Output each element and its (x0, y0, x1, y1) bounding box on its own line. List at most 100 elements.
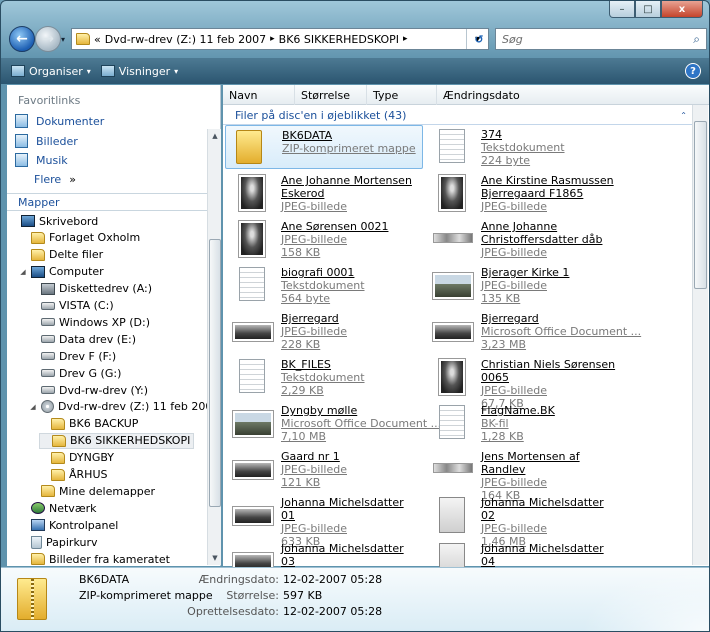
tree-item[interactable]: Windows XP (D:) (29, 314, 150, 330)
file-tile[interactable]: Bjerager Kirke 1 JPEG-billede 135 KB (425, 263, 623, 307)
file-size: 228 KB (281, 338, 321, 351)
file-name[interactable]: Ane Kirstine Rasmussen Bjerregaard F1865 (481, 174, 621, 200)
forward-button[interactable]: → (35, 26, 61, 52)
file-name[interactable]: Bjerregard (281, 312, 421, 325)
file-name[interactable]: Ane Sørensen 0021 (281, 220, 421, 233)
help-button[interactable]: ? (685, 63, 701, 79)
favorite-link-music[interactable]: Musik (15, 153, 68, 167)
file-tile[interactable]: 374 Tekstdokument 224 byte (425, 125, 623, 169)
search-input[interactable]: Søg ⌕ (495, 28, 707, 50)
tree-item[interactable]: Delte filer (19, 247, 103, 263)
scrollbar-thumb[interactable] (209, 239, 221, 507)
breadcrumb-current-folder[interactable]: BK6 SIKKERHEDSKOPI (279, 33, 399, 46)
file-name[interactable]: Christian Niels Sørensen 0065 (481, 358, 621, 384)
folder-tree-scrollbar[interactable]: ▲ ▼ (207, 129, 221, 565)
tree-item[interactable]: ◢ Computer (19, 264, 103, 280)
tree-item[interactable]: VISTA (C:) (29, 298, 114, 314)
file-name[interactable]: Johanna Michelsdatter 01 (281, 496, 421, 522)
file-tile[interactable]: Johanna Michelsdatter 01 JPEG-billede 633 … (225, 493, 423, 548)
file-tile[interactable]: biografi 0001 Tekstdokument 564 byte (225, 263, 423, 307)
file-tile[interactable]: Dyngby mølle Microsoft Office Document ..… (225, 401, 441, 445)
file-name[interactable]: BK_FILES (281, 358, 421, 371)
chevron-up-icon[interactable]: ⌃ (680, 111, 687, 120)
breadcrumb-dvd-drive[interactable]: Dvd-rw-drev (Z:) 11 feb 2007 (105, 33, 266, 46)
tree-item[interactable]: Drev G (G:) (29, 365, 121, 381)
file-tile[interactable]: Bjerregard Microsoft Office Document ... 3… (425, 309, 641, 353)
file-name[interactable]: biografi 0001 (281, 266, 421, 279)
favorite-link-documents[interactable]: Dokumenter (15, 114, 104, 128)
file-size: 158 KB (281, 246, 321, 259)
image-thumbnail (432, 322, 474, 342)
tree-item[interactable]: Netværk (19, 500, 97, 516)
file-tile[interactable]: FlagName.BK BK-fil 1,28 KB (425, 401, 623, 445)
tree-item[interactable]: BK6 SIKKERHEDSKOPI (39, 432, 195, 449)
file-name[interactable]: Anne Johanne Christoffersdatter dåb (481, 220, 621, 246)
file-tile[interactable]: Gaard nr 1 JPEG-billede 121 KB (225, 447, 423, 491)
recent-pages-dropdown[interactable]: ▾ (61, 35, 65, 44)
file-name[interactable]: Johanna Michelsdatter 02 (481, 496, 621, 522)
tree-item[interactable]: Dvd-rw-drev (Y:) (29, 382, 148, 398)
search-icon[interactable]: ⌕ (693, 32, 700, 47)
tree-item[interactable]: Skrivebord (9, 213, 98, 229)
file-list-scrollbar[interactable] (692, 105, 708, 565)
tree-item[interactable]: ◢ Dvd-rw-drev (Z:) 11 feb 2007 (29, 399, 219, 415)
column-header-date[interactable]: Ændringsdato (437, 85, 557, 105)
address-bar[interactable]: « Dvd-rw-drev (Z:) 11 feb 2007 ▸ BK6 SIK… (71, 28, 489, 50)
organize-menu-button[interactable]: Organiser ▾ (11, 65, 91, 78)
refresh-button[interactable]: ↺ (467, 28, 491, 50)
tree-item[interactable]: Kontrolpanel (19, 517, 118, 533)
views-menu-button[interactable]: Visninger ▾ (100, 65, 178, 78)
maximize-button[interactable]: □ (635, 1, 661, 18)
tree-item[interactable]: Diskettedrev (A:) (29, 281, 152, 297)
file-name[interactable]: Dyngby mølle (281, 404, 421, 417)
scroll-up-arrow[interactable]: ▲ (208, 129, 222, 143)
file-group-header[interactable]: Filer på disc'en i øjeblikket (43) ⌃ (223, 107, 693, 125)
file-tile[interactable]: Ane Kirstine Rasmussen Bjerregaard F1865… (425, 171, 623, 215)
tree-item[interactable]: Papirkurv (19, 534, 97, 550)
expand-arrow-icon[interactable]: ◢ (29, 403, 37, 411)
file-tile[interactable]: Johanna Michelsdatter 02 JPEG-billede 1,46… (425, 493, 623, 548)
file-name[interactable]: Jens Mortensen af Randlev (481, 450, 621, 476)
minimize-button[interactable]: – (609, 1, 635, 18)
file-tile[interactable]: Bjerregard JPEG-billede 228 KB (225, 309, 423, 353)
file-name[interactable]: Bjerager Kirke 1 (481, 266, 621, 279)
scrollbar-thumb[interactable] (694, 121, 707, 289)
file-type: Tekstdokument (281, 279, 365, 292)
breadcrumb-separator-icon[interactable]: ▸ (270, 34, 275, 44)
address-overflow-chevron[interactable]: « (94, 33, 101, 46)
file-name[interactable]: Johanna Michelsdatter 03 (281, 542, 421, 568)
tree-item[interactable]: BK6 BACKUP (39, 416, 138, 432)
tree-item[interactable]: Drev F (F:) (29, 348, 116, 364)
file-tile[interactable]: Anne Johanne Christoffersdatter dåb JPEG-… (425, 217, 623, 261)
file-tile[interactable]: Christian Niels Sørensen 0065 JPEG-billed… (425, 355, 623, 410)
file-name[interactable]: FlagName.BK (481, 404, 621, 417)
favorite-link-pictures[interactable]: Billeder (15, 134, 78, 148)
expand-arrow-icon[interactable]: ◢ (19, 268, 27, 276)
file-name[interactable]: BK6DATA (282, 129, 422, 142)
file-name[interactable]: Johanna Michelsdatter 04 (481, 542, 621, 568)
tree-item[interactable]: Billeder fra kameratet (19, 551, 170, 567)
file-name[interactable]: Ane Johanne Mortensen Eskerod (281, 174, 421, 200)
column-header-name[interactable]: Navn (223, 85, 295, 105)
more-favorites-link[interactable]: Flere » (34, 173, 76, 186)
column-header-size[interactable]: Størrelse (295, 85, 367, 105)
tree-item[interactable]: Forlaget Oxholm (19, 230, 140, 246)
file-tile[interactable]: Ane Johanne Mortensen Eskerod JPEG-billed… (225, 171, 423, 215)
breadcrumb-separator-icon[interactable]: ▸ (403, 34, 408, 44)
file-name[interactable]: 374 (481, 128, 621, 141)
file-tile[interactable]: Ane Sørensen 0021 JPEG-billede 158 KB (225, 217, 423, 261)
folders-header[interactable]: Mapper ⌄ (7, 193, 221, 211)
file-tile[interactable]: BK_FILES Tekstdokument 2,29 KB (225, 355, 423, 399)
tree-item[interactable]: Mine delemapper (29, 483, 155, 499)
tree-item[interactable]: DYNGBY (39, 450, 114, 466)
close-button[interactable]: x (661, 1, 703, 18)
column-header-type[interactable]: Type (367, 85, 437, 105)
file-tile[interactable]: Jens Mortensen af Randlev JPEG-billede 164… (425, 447, 623, 502)
file-tile[interactable]: BK6DATA ZIP-komprimeret mappe (225, 125, 423, 169)
file-name[interactable]: Bjerregard (481, 312, 621, 325)
tree-item[interactable]: Data drev (E:) (29, 331, 136, 347)
file-name[interactable]: Gaard nr 1 (281, 450, 421, 463)
back-button[interactable]: ← (9, 26, 35, 52)
scroll-down-arrow[interactable]: ▼ (208, 551, 222, 565)
tree-item[interactable]: ÅRHUS (39, 467, 107, 483)
